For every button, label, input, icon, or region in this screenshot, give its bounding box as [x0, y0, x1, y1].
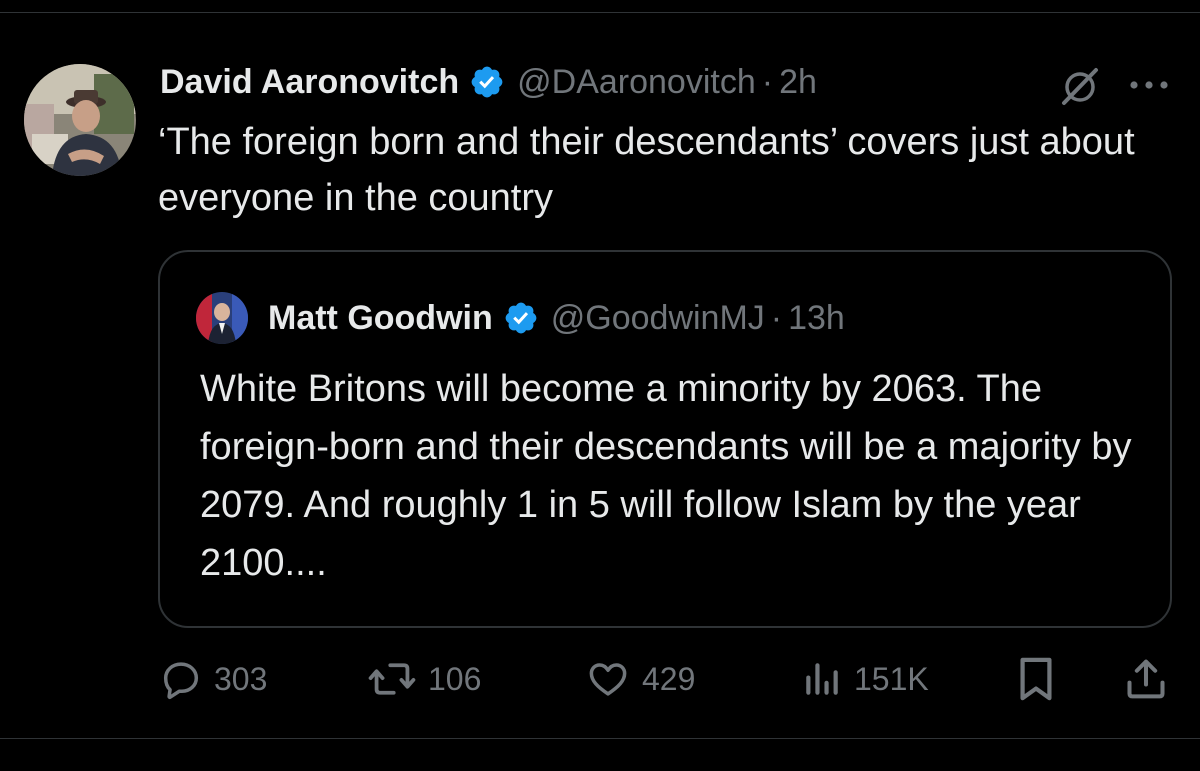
author-display-name[interactable]: David Aaronovitch [160, 63, 459, 102]
quoted-author-avatar[interactable] [196, 292, 248, 344]
tweet-timestamp[interactable]: 2h [779, 63, 817, 102]
quoted-tweet-header: Matt Goodwin @GoodwinMJ · 13h [268, 294, 845, 342]
tweet-header: David Aaronovitch @DAaronovitch · 2h [160, 58, 817, 106]
grok-icon[interactable] [1058, 64, 1102, 108]
views-button[interactable]: 151K [802, 655, 929, 703]
share-icon [1127, 659, 1165, 699]
quoted-tweet-card[interactable]: Matt Goodwin @GoodwinMJ · 13h White Brit… [158, 250, 1172, 628]
quoted-tweet-text: White Britons will become a minority by … [200, 368, 1132, 584]
repost-button[interactable]: 106 [368, 655, 481, 703]
repost-count: 106 [428, 660, 482, 697]
bookmark-icon [1020, 657, 1052, 701]
share-button[interactable] [1124, 655, 1168, 703]
author-avatar[interactable] [24, 64, 136, 176]
quoted-author-handle[interactable]: @GoodwinMJ [551, 299, 765, 338]
reply-icon [163, 662, 199, 700]
separator-dot: · [761, 62, 774, 101]
like-button[interactable]: 429 [586, 655, 695, 703]
reply-button[interactable]: 303 [160, 655, 267, 703]
verified-badge-icon [471, 66, 503, 98]
top-divider [0, 12, 1200, 13]
reply-count: 303 [214, 660, 268, 697]
bookmark-button[interactable] [1016, 655, 1056, 703]
like-count: 429 [642, 660, 696, 697]
quoted-author-display-name[interactable]: Matt Goodwin [268, 299, 493, 338]
bottom-divider [0, 738, 1200, 739]
quoted-tweet-timestamp[interactable]: 13h [788, 299, 845, 338]
more-options-icon[interactable] [1126, 70, 1172, 100]
views-chart-icon [806, 663, 838, 695]
author-handle[interactable]: @DAaronovitch [517, 63, 756, 102]
tweet-text: ‘The foreign born and their descendants’… [158, 121, 1135, 219]
repost-icon [368, 663, 416, 695]
verified-badge-icon [505, 302, 537, 334]
separator-dot: · [770, 298, 783, 337]
heart-icon [589, 663, 627, 696]
views-count: 151K [854, 660, 929, 697]
